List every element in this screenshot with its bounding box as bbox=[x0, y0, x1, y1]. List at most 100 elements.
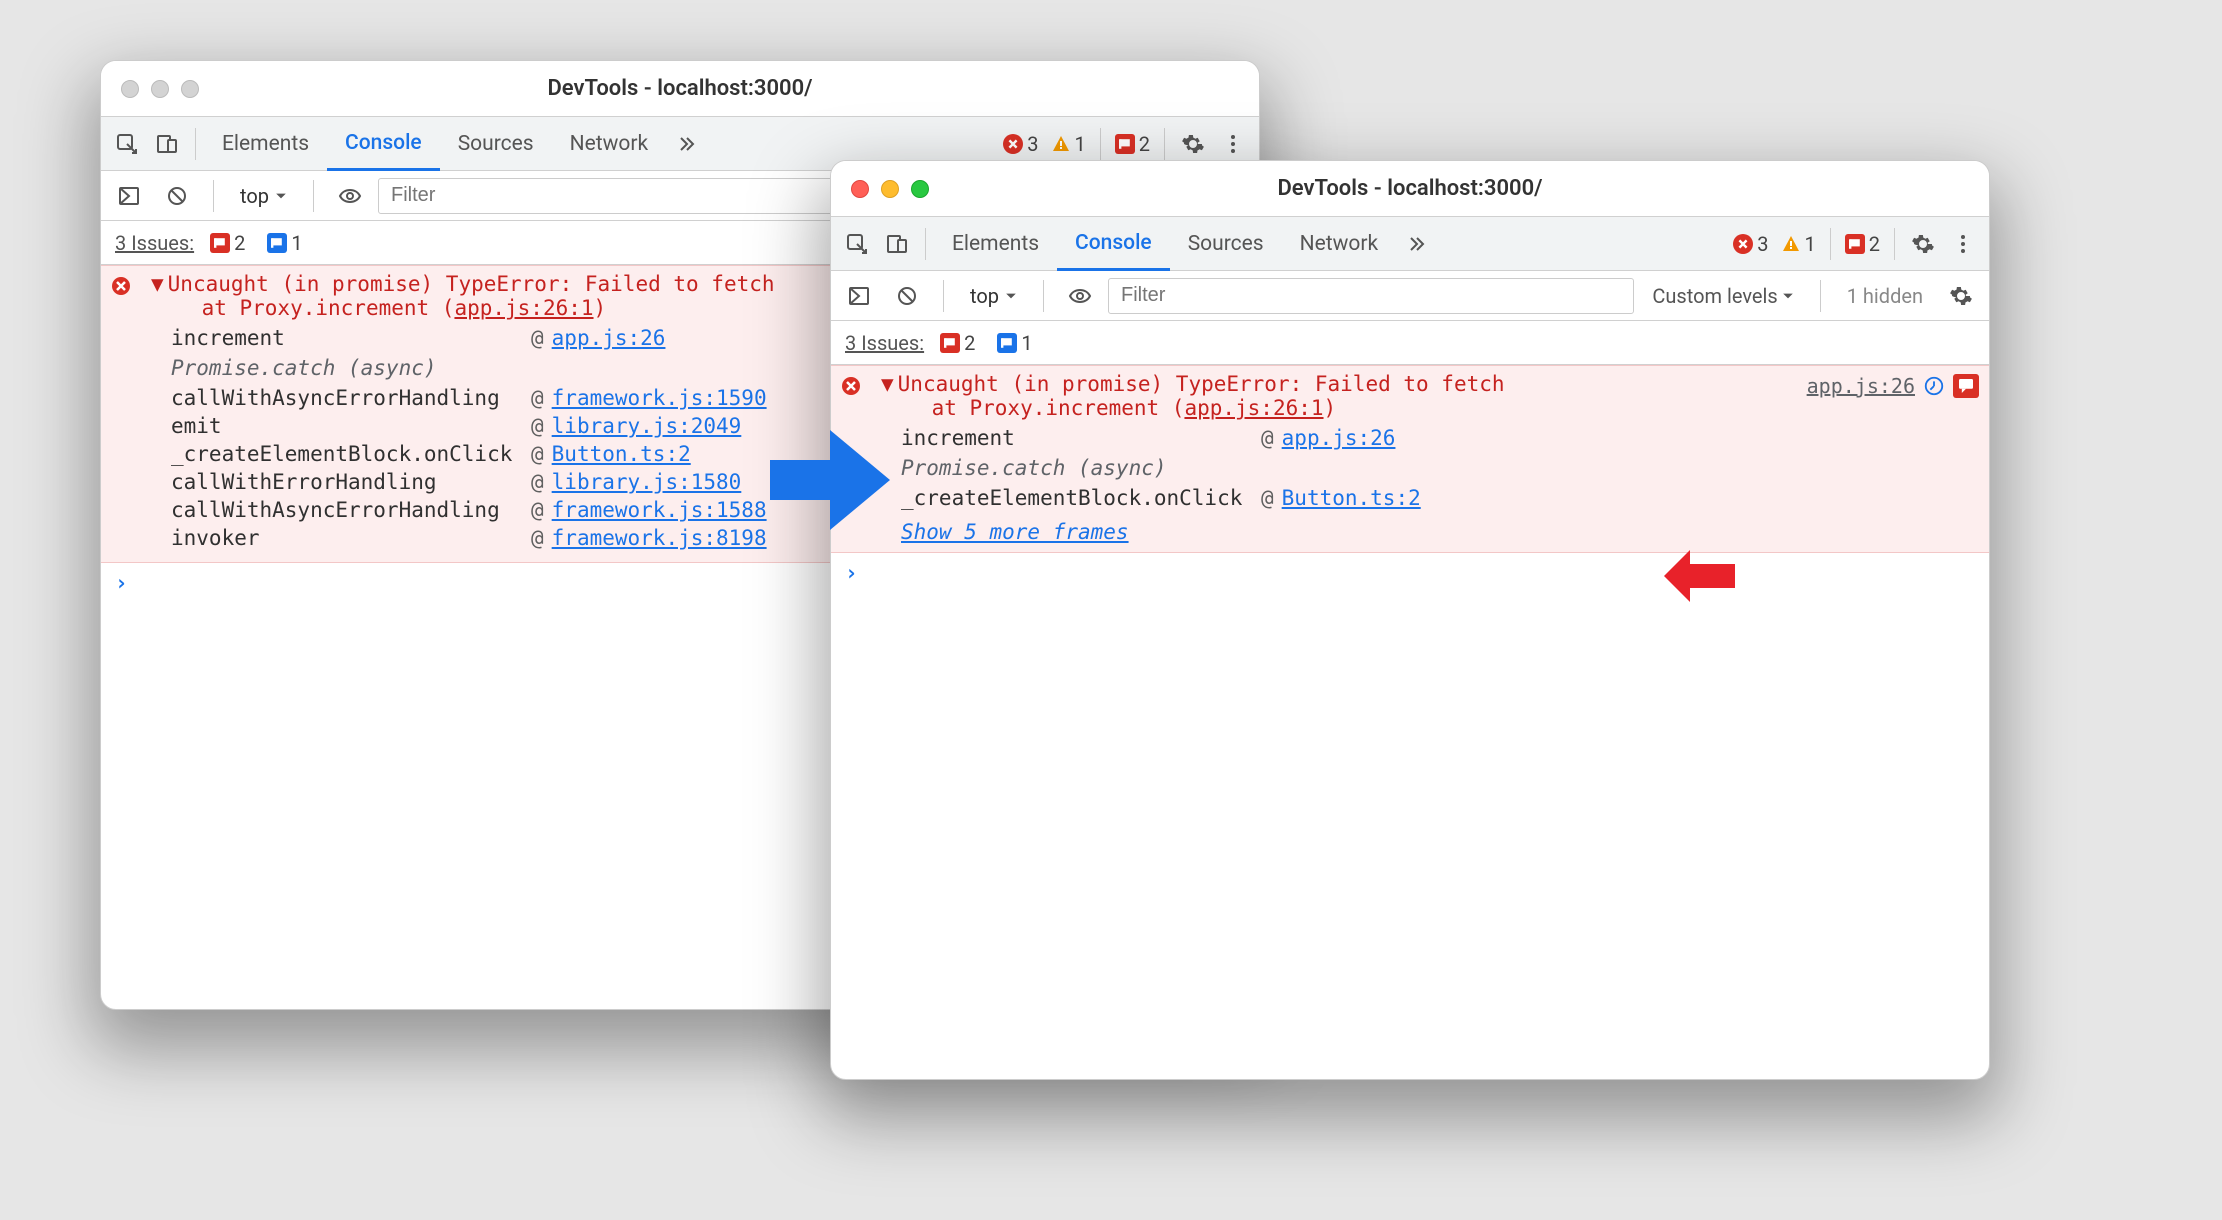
at-symbol: @ bbox=[531, 326, 544, 350]
stack-frame-function: increment bbox=[171, 326, 531, 350]
gear-icon[interactable] bbox=[1903, 224, 1943, 264]
restart-frame-icon[interactable] bbox=[1923, 375, 1945, 397]
log-levels-selector[interactable]: Custom levels bbox=[1642, 284, 1803, 308]
error-location-link[interactable]: app.js:26:1 bbox=[454, 296, 593, 320]
issue-flag-badge[interactable]: 2 bbox=[1115, 132, 1150, 156]
window-title: DevTools - localhost:3000/ bbox=[101, 76, 1259, 101]
filter-input[interactable] bbox=[1108, 278, 1634, 314]
log-levels-label: Custom levels bbox=[1652, 284, 1777, 308]
source-link[interactable]: app.js:26 bbox=[1807, 374, 1915, 398]
issues-blue-badge[interactable]: 1 bbox=[997, 331, 1032, 355]
device-toggle-icon[interactable] bbox=[877, 224, 917, 264]
gear-icon[interactable] bbox=[1173, 124, 1213, 164]
at-symbol: @ bbox=[531, 498, 544, 522]
issues-link[interactable]: 3 Issues: bbox=[115, 231, 194, 255]
kebab-icon[interactable] bbox=[1943, 224, 1983, 264]
error-line2-prefix: at Proxy.increment ( bbox=[932, 396, 1185, 420]
warning-count: 1 bbox=[1805, 232, 1816, 256]
error-line2-prefix: at Proxy.increment ( bbox=[202, 296, 455, 320]
context-selector[interactable]: top bbox=[960, 280, 1027, 312]
divider bbox=[195, 128, 196, 160]
feedback-icon[interactable] bbox=[1953, 374, 1979, 398]
issues-blue-count: 1 bbox=[1021, 331, 1032, 355]
divider bbox=[1100, 128, 1101, 160]
error-count-badge[interactable]: 3 bbox=[1733, 232, 1768, 256]
divider bbox=[1820, 280, 1821, 312]
stack-frame-link[interactable]: Button.ts:2 bbox=[1282, 486, 1421, 510]
stack-frame-function: invoker bbox=[171, 526, 531, 550]
issues-link[interactable]: 3 Issues: bbox=[845, 331, 924, 355]
more-tabs-icon[interactable] bbox=[666, 124, 706, 164]
stack-frame-link[interactable]: framework.js:1588 bbox=[552, 498, 767, 522]
issues-red-count: 2 bbox=[964, 331, 975, 355]
tab-sources[interactable]: Sources bbox=[1170, 217, 1282, 271]
divider bbox=[1894, 228, 1895, 260]
issues-red-badge[interactable]: 2 bbox=[210, 231, 245, 255]
device-toggle-icon[interactable] bbox=[147, 124, 187, 164]
error-location-link[interactable]: app.js:26:1 bbox=[1184, 396, 1323, 420]
error-line2-suffix: ) bbox=[594, 296, 607, 320]
tab-elements[interactable]: Elements bbox=[204, 117, 327, 171]
stack-frame-function: callWithAsyncErrorHandling bbox=[171, 498, 531, 522]
error-count-badge[interactable]: 3 bbox=[1003, 132, 1038, 156]
more-tabs-icon[interactable] bbox=[1396, 224, 1436, 264]
divider bbox=[943, 280, 944, 312]
error-line1: Uncaught (in promise) TypeError: Failed … bbox=[898, 372, 1505, 396]
issues-red-count: 2 bbox=[234, 231, 245, 255]
warning-count: 1 bbox=[1075, 132, 1086, 156]
stack-frame-link[interactable]: Button.ts:2 bbox=[552, 442, 691, 466]
issues-blue-badge[interactable]: 1 bbox=[267, 231, 302, 255]
tab-network[interactable]: Network bbox=[552, 117, 667, 171]
stack-frame-link[interactable]: library.js:1580 bbox=[552, 470, 742, 494]
stack-frame-link[interactable]: framework.js:1590 bbox=[552, 386, 767, 410]
blue-transition-arrow-icon bbox=[760, 420, 900, 545]
issues-red-badge[interactable]: 2 bbox=[940, 331, 975, 355]
at-symbol: @ bbox=[1261, 486, 1274, 510]
sidebar-toggle-icon[interactable] bbox=[839, 276, 879, 316]
console-toolbar: top Custom levels 1 hidden bbox=[831, 271, 1989, 321]
stack-frame-link[interactable]: library.js:2049 bbox=[552, 414, 742, 438]
clear-console-icon[interactable] bbox=[887, 276, 927, 316]
tab-elements[interactable]: Elements bbox=[934, 217, 1057, 271]
at-symbol: @ bbox=[531, 386, 544, 410]
error-line1: Uncaught (in promise) TypeError: Failed … bbox=[168, 272, 775, 296]
error-icon bbox=[841, 376, 861, 401]
devtools-window-after: DevTools - localhost:3000/ Elements Cons… bbox=[830, 160, 1990, 1080]
tab-sources[interactable]: Sources bbox=[440, 117, 552, 171]
at-symbol: @ bbox=[531, 442, 544, 466]
context-selector[interactable]: top bbox=[230, 180, 297, 212]
hidden-count[interactable]: 1 hidden bbox=[1837, 284, 1933, 308]
gear-icon[interactable] bbox=[1941, 276, 1981, 316]
titlebar: DevTools - localhost:3000/ bbox=[101, 61, 1259, 117]
clear-console-icon[interactable] bbox=[157, 176, 197, 216]
stack-frame-link[interactable]: app.js:26 bbox=[552, 326, 666, 350]
tab-console[interactable]: Console bbox=[1057, 217, 1170, 271]
console-body: app.js:26 ▼Uncaught (in promise) TypeErr… bbox=[831, 365, 1989, 593]
warning-count-badge[interactable]: 1 bbox=[1051, 132, 1086, 156]
disclosure-triangle-icon[interactable]: ▼ bbox=[151, 272, 164, 296]
issue-flag-badge[interactable]: 2 bbox=[1845, 232, 1880, 256]
kebab-icon[interactable] bbox=[1213, 124, 1253, 164]
stack-frame-link[interactable]: framework.js:8198 bbox=[552, 526, 767, 550]
stack-frame-function: callWithAsyncErrorHandling bbox=[171, 386, 531, 410]
stack-frame-function: callWithErrorHandling bbox=[171, 470, 531, 494]
at-symbol: @ bbox=[531, 526, 544, 550]
at-symbol: @ bbox=[1261, 426, 1274, 450]
red-highlight-arrow-icon bbox=[1660, 546, 1740, 611]
sidebar-toggle-icon[interactable] bbox=[109, 176, 149, 216]
live-expression-icon[interactable] bbox=[330, 176, 370, 216]
stack-frame-link[interactable]: app.js:26 bbox=[1282, 426, 1396, 450]
warning-count-badge[interactable]: 1 bbox=[1781, 232, 1816, 256]
show-more-frames-link[interactable]: Show 5 more frames bbox=[901, 520, 1129, 544]
live-expression-icon[interactable] bbox=[1060, 276, 1100, 316]
tab-console[interactable]: Console bbox=[327, 117, 440, 171]
at-symbol: @ bbox=[531, 470, 544, 494]
stack-async-boundary: Promise.catch (async) bbox=[901, 456, 1979, 480]
disclosure-triangle-icon[interactable]: ▼ bbox=[881, 372, 894, 396]
inspect-icon[interactable] bbox=[107, 124, 147, 164]
divider bbox=[213, 180, 214, 212]
error-message-block: app.js:26 ▼Uncaught (in promise) TypeErr… bbox=[831, 365, 1989, 553]
tab-network[interactable]: Network bbox=[1282, 217, 1397, 271]
inspect-icon[interactable] bbox=[837, 224, 877, 264]
console-prompt[interactable]: › bbox=[831, 553, 1989, 593]
